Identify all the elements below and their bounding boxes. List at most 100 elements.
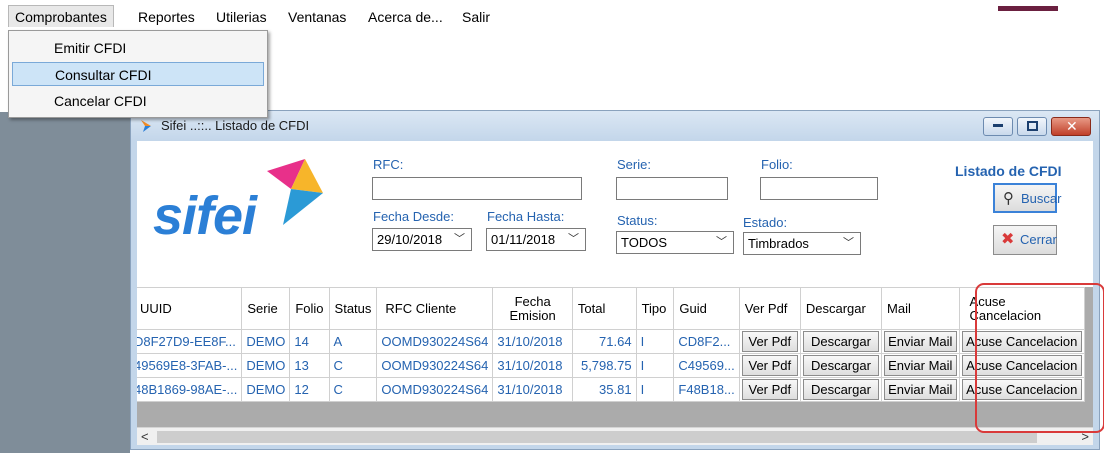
enviar-mail-button[interactable]: Enviar Mail	[884, 331, 957, 352]
cell-guid: C49569...	[673, 353, 740, 378]
menu-item-emitir-cfdi[interactable]: Emitir CFDI	[12, 36, 264, 60]
cell-guid: F48B18...	[673, 377, 740, 402]
menu-item-cancelar-cfdi[interactable]: Cancelar CFDI	[12, 89, 264, 113]
status-select[interactable]: TODOS ﹀	[616, 231, 734, 254]
acuse-cancelacion-button[interactable]: Acuse Cancelacion	[961, 355, 1082, 376]
serie-input[interactable]	[616, 177, 728, 200]
grid-header-row: UUID Serie Folio Status RFC Cliente Fech…	[137, 287, 1086, 330]
enviar-mail-button[interactable]: Enviar Mail	[884, 355, 957, 376]
col-acuse-cancelacion[interactable]: Acuse Cancelacion	[958, 287, 1086, 330]
cell-fecha: 31/10/2018	[492, 353, 573, 378]
minimize-icon	[993, 124, 1003, 127]
cell-ver-pdf: Ver Pdf	[738, 377, 801, 402]
cell-serie: DEMO	[241, 377, 291, 402]
scroll-right-icon[interactable]: >	[1081, 429, 1089, 444]
menu-comprobantes[interactable]: Comprobantes	[8, 5, 114, 27]
fecha-desde-picker[interactable]: 29/10/2018 ﹀	[372, 228, 472, 251]
menu-bar: Comprobantes Reportes Utilerias Ventanas…	[0, 0, 1104, 30]
col-total[interactable]: Total	[571, 287, 637, 330]
ver-pdf-button[interactable]: Ver Pdf	[741, 331, 798, 352]
table-row[interactable]: 49569E8-3FAB-... DEMO 13 C OOMD930224S64…	[137, 353, 1086, 378]
descargar-button[interactable]: Descargar	[802, 355, 880, 376]
cell-mail: Enviar Mail	[881, 377, 960, 402]
col-folio[interactable]: Folio	[289, 287, 330, 330]
col-uuid[interactable]: UUID	[137, 287, 243, 330]
cell-fecha: 31/10/2018	[492, 329, 573, 354]
cell-acuse: Acuse Cancelacion	[958, 329, 1086, 354]
acuse-cancelacion-button[interactable]: Acuse Cancelacion	[961, 379, 1082, 400]
estado-select[interactable]: Timbrados ﹀	[743, 232, 861, 255]
cell-rfc: OOMD930224S64	[376, 353, 494, 378]
close-button[interactable]: ✕	[1051, 117, 1091, 136]
fecha-hasta-picker[interactable]: 01/11/2018 ﹀	[486, 228, 586, 251]
cell-ver-pdf: Ver Pdf	[738, 329, 801, 354]
cell-tipo: I	[635, 377, 675, 402]
col-guid[interactable]: Guid	[673, 287, 740, 330]
minimize-button[interactable]	[983, 117, 1013, 136]
chevron-down-icon: ﹀	[568, 233, 579, 245]
descargar-button[interactable]: Descargar	[802, 331, 880, 352]
sifei-logo-mark	[267, 159, 323, 225]
status-value: TODOS	[621, 235, 667, 250]
cell-uuid: 49569E8-3FAB-...	[137, 353, 243, 378]
cell-serie: DEMO	[241, 353, 291, 378]
sifei-logo-text: sifei	[153, 186, 257, 246]
window-client-area: sifei RFC: Serie: Folio: Fecha Desde: 29…	[137, 141, 1104, 445]
cell-descargar: Descargar	[799, 329, 883, 354]
menu-reportes[interactable]: Reportes	[132, 6, 201, 28]
fecha-desde-label: Fecha Desde:	[373, 209, 454, 224]
cell-status: C	[328, 377, 378, 402]
horizontal-scrollbar[interactable]: < >	[137, 427, 1093, 445]
cell-ver-pdf: Ver Pdf	[738, 353, 801, 378]
folio-input[interactable]	[760, 177, 878, 200]
cell-fecha: 31/10/2018	[492, 377, 573, 402]
cell-mail: Enviar Mail	[881, 353, 960, 378]
col-descargar[interactable]: Descargar	[799, 287, 883, 330]
menu-utilerias[interactable]: Utilerias	[210, 6, 273, 28]
table-row[interactable]: D8F27D9-EE8F... DEMO 14 A OOMD930224S64 …	[137, 329, 1086, 354]
col-fecha-emision[interactable]: Fecha Emision	[492, 287, 573, 330]
cell-total: 5,798.75	[571, 353, 637, 378]
col-status[interactable]: Status	[328, 287, 378, 330]
cell-status: A	[328, 329, 378, 354]
chevron-down-icon: ﹀	[454, 233, 465, 245]
rfc-input[interactable]	[372, 177, 582, 200]
grid-viewport: UUID Serie Folio Status RFC Cliente Fech…	[137, 287, 1093, 427]
serie-label: Serie:	[617, 157, 651, 172]
cerrar-button[interactable]: ✖ Cerrar	[993, 225, 1057, 255]
listado-heading: Listado de CFDI	[955, 163, 1062, 179]
menu-ventanas[interactable]: Ventanas	[282, 6, 352, 28]
menu-salir[interactable]: Salir	[456, 6, 496, 28]
col-rfc-cliente[interactable]: RFC Cliente	[376, 287, 494, 330]
cell-descargar: Descargar	[799, 353, 883, 378]
maximize-button[interactable]	[1017, 117, 1047, 136]
cell-total: 35.81	[571, 377, 637, 402]
col-mail[interactable]: Mail	[881, 287, 960, 330]
acuse-cancelacion-button[interactable]: Acuse Cancelacion	[961, 331, 1082, 352]
estado-label: Estado:	[743, 215, 788, 230]
cell-rfc: OOMD930224S64	[376, 377, 494, 402]
maximize-icon	[1027, 121, 1038, 131]
menu-item-consultar-cfdi[interactable]: Consultar CFDI	[12, 62, 264, 86]
cell-folio: 14	[289, 329, 330, 354]
col-ver-pdf[interactable]: Ver Pdf	[738, 287, 801, 330]
cell-total: 71.64	[571, 329, 637, 354]
table-row[interactable]: 48B1869-98AE-... DEMO 12 C OOMD930224S64…	[137, 377, 1086, 402]
enviar-mail-button[interactable]: Enviar Mail	[884, 379, 957, 400]
col-tipo[interactable]: Tipo	[635, 287, 675, 330]
listado-cfdi-window: Sifei ..::.. Listado de CFDI ✕ sifei RFC…	[130, 110, 1104, 450]
window-titlebar[interactable]: Sifei ..::.. Listado de CFDI ✕	[131, 111, 1099, 141]
col-serie[interactable]: Serie	[241, 287, 291, 330]
cell-folio: 13	[289, 353, 330, 378]
status-label: Status:	[617, 213, 658, 228]
rfc-label: RFC:	[373, 157, 404, 172]
descargar-button[interactable]: Descargar	[802, 379, 880, 400]
cell-status: C	[328, 353, 378, 378]
top-accent-bar	[998, 6, 1058, 11]
scroll-left-icon[interactable]: <	[141, 429, 149, 444]
ver-pdf-button[interactable]: Ver Pdf	[741, 379, 798, 400]
scrollbar-thumb[interactable]	[157, 431, 1037, 443]
buscar-button[interactable]: ⚲ Buscar	[993, 183, 1061, 213]
menu-acerca-de[interactable]: Acerca de...	[362, 6, 449, 28]
ver-pdf-button[interactable]: Ver Pdf	[741, 355, 798, 376]
